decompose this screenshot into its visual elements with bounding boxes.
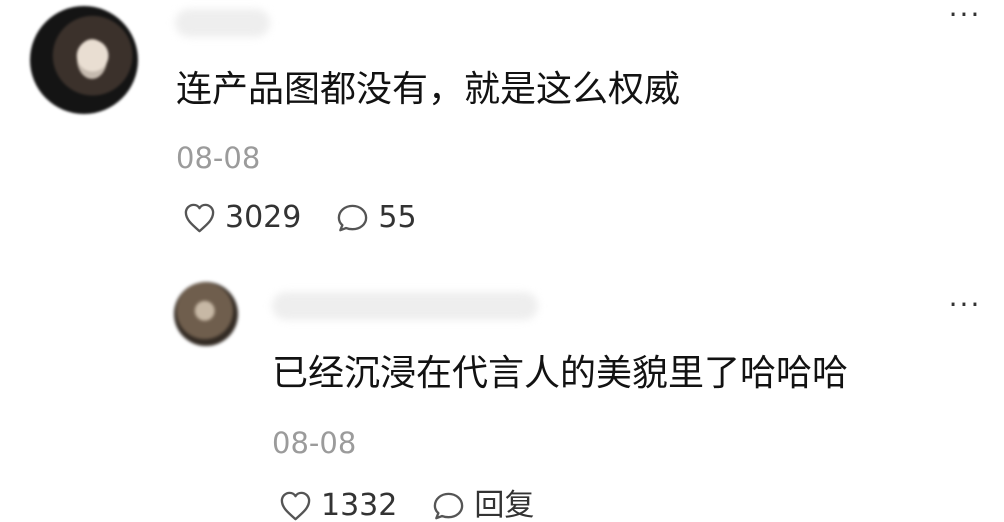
comment-text: 连产品图都没有，就是这么权威: [176, 69, 681, 110]
comment-thread: ··· 连产品图都没有，就是这么权威 08-08 3029 55 ··· 已经沉…: [0, 0, 1004, 522]
reply-date: 08-08: [272, 426, 357, 460]
more-options-button[interactable]: ···: [944, 1, 986, 36]
reply-text: 已经沉浸在代言人的美貌里了哈哈哈: [272, 353, 849, 394]
comment-date: 08-08: [176, 141, 261, 175]
reply-like-count: 1332: [321, 488, 398, 522]
commenter-avatar[interactable]: [30, 6, 138, 114]
reply-to-reply-button[interactable]: 回复: [431, 488, 534, 522]
heart-outline-icon: [278, 489, 313, 522]
heart-outline-icon: [182, 201, 217, 236]
reply-avatar[interactable]: [174, 282, 238, 346]
speech-bubble-icon: [431, 489, 466, 522]
like-count: 3029: [225, 200, 302, 235]
reply-like-button[interactable]: 1332: [278, 488, 397, 522]
blurred-username[interactable]: [175, 9, 270, 37]
speech-bubble-icon: [335, 201, 370, 236]
comment-actions: 3029 55: [182, 200, 417, 236]
like-button[interactable]: 3029: [182, 200, 301, 236]
reply-actions: 1332 回复: [278, 488, 534, 522]
reply-count: 55: [378, 200, 417, 235]
reply-label: 回复: [474, 488, 535, 522]
reply-button[interactable]: 55: [335, 200, 417, 236]
blurred-reply-username[interactable]: [272, 292, 538, 320]
reply-more-options-button[interactable]: ···: [944, 291, 986, 326]
